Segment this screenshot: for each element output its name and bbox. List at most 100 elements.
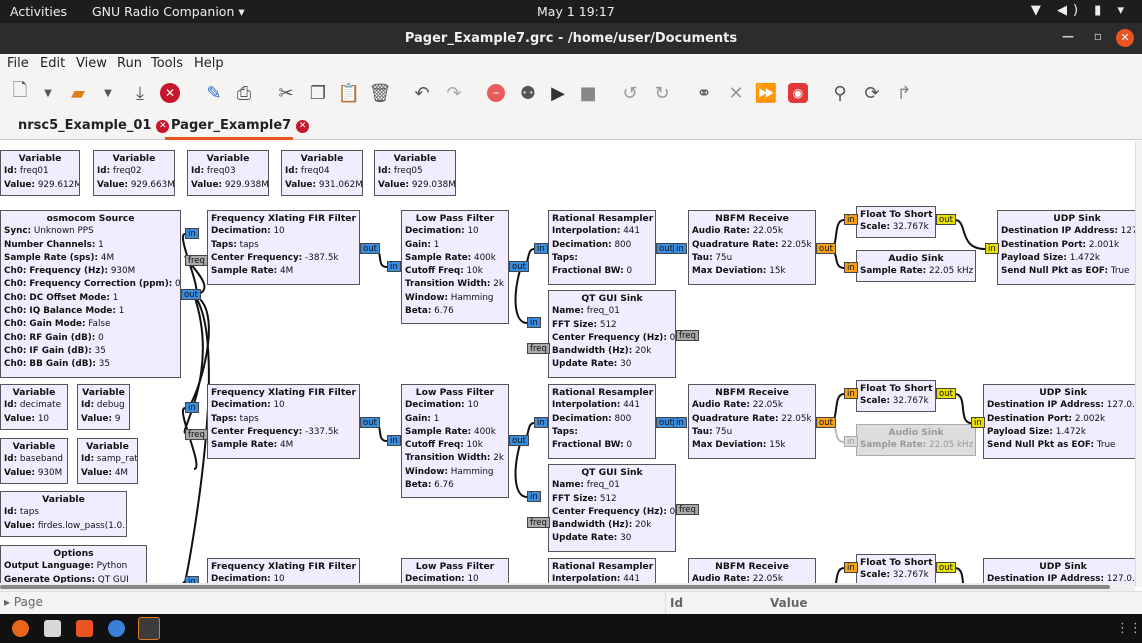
qt-gui-sink-block[interactable]: QT GUI Sink Name: freq_01 FFT Size: 512 Cen… (548, 290, 676, 378)
menu-file[interactable]: File (7, 56, 29, 71)
app-grid-icon[interactable]: ⋮⋮ (1116, 620, 1142, 637)
audio-sink-block[interactable]: Audio Sink Sample Rate: 22.05 kHz (856, 424, 976, 456)
close-tab-icon[interactable]: ✕ (156, 120, 170, 133)
float-to-short-block[interactable]: Float To Short Scale: 32.767k (856, 206, 936, 238)
execute-icon[interactable]: ▶ (546, 82, 570, 104)
qt-in-port[interactable]: in (527, 491, 541, 502)
low-pass-filter-block[interactable]: Low Pass Filter Decimation: 10 Gain: 1 Samp… (401, 210, 509, 324)
open-file-icon[interactable]: ▰ (66, 82, 90, 104)
close-flowgraph-icon[interactable]: ✕ (158, 82, 182, 104)
lp-in-port[interactable]: in (387, 435, 401, 446)
variable-block[interactable]: VariableId: samp_rateValue: 4M (77, 438, 138, 484)
tab-nrsc5-example[interactable]: nrsc5_Example_01 ✕ (18, 118, 170, 133)
variable-block[interactable]: Variable Id: debug Value: 9 (77, 384, 130, 430)
variable-block[interactable]: Variable Id: baseband Value: 930M (0, 438, 68, 484)
menu-edit[interactable]: Edit (40, 56, 65, 71)
fx-out-port[interactable]: out (360, 417, 380, 428)
qt-freq-out-port[interactable]: freq (676, 330, 699, 341)
redo-icon[interactable]: ↷ (442, 82, 466, 104)
new-file-icon[interactable]: 🗋 (8, 80, 32, 104)
vertical-scrollbar[interactable] (1135, 141, 1142, 587)
udp-in-port[interactable]: in (971, 417, 985, 428)
clock[interactable]: May 1 19:17 (537, 4, 615, 19)
cut-icon[interactable]: ✂ (274, 82, 298, 104)
nbfm-out-port[interactable]: out (816, 417, 836, 428)
audio-sink-in-port[interactable]: in (844, 436, 858, 447)
osmocom-source-block[interactable]: osmocom Source Sync: Unknown PPS Number Ch… (0, 210, 181, 378)
wire-fts-udp[interactable] (954, 219, 986, 250)
system-tray[interactable]: ▼ ◀) ▮ ▾ (1031, 3, 1130, 18)
variable-block[interactable]: Variable Id: freq05 Value: 929.038M (374, 150, 456, 196)
fts-out-port[interactable]: out (936, 214, 956, 225)
lp-out-port[interactable]: out (509, 261, 529, 272)
more-icon[interactable]: ↱ (892, 82, 916, 104)
files-icon[interactable] (44, 620, 61, 637)
nbfm-receive-block[interactable]: NBFM Receive Audio Rate: 22.05k Quadrature… (688, 210, 816, 285)
open-dropdown-icon[interactable]: ▼ (96, 82, 120, 104)
fx-out-port[interactable]: out (360, 243, 380, 254)
help-icon[interactable] (108, 620, 125, 637)
copy-icon[interactable]: ❐ (306, 82, 330, 104)
freq-xlating-fir-filter-block[interactable]: Frequency Xlating FIR Filter Decimation: … (207, 384, 360, 459)
variable-block[interactable]: Variable Id: taps Value: firdes.low_pass(1… (0, 491, 127, 537)
rational-resampler-block[interactable]: Rational Resampler Interpolation: 441 Deci… (548, 210, 656, 285)
audio-sink-block[interactable]: Audio Sink Sample Rate: 22.05 kHz (856, 250, 976, 282)
forward-icon[interactable]: ⏩ (754, 82, 778, 104)
menu-run[interactable]: Run (117, 56, 142, 71)
fts-out-port[interactable]: out (936, 562, 956, 573)
close-tab-icon[interactable]: ✕ (296, 120, 310, 133)
wire-lp-qt[interactable] (514, 443, 528, 498)
minimize-icon[interactable]: — (1062, 29, 1074, 43)
wire-fts-udp[interactable] (954, 393, 972, 424)
qt-in-port[interactable]: in (527, 317, 541, 328)
variable-block[interactable]: Variable Id: freq03 Value: 929.938M (187, 150, 269, 196)
freq-xlating-fir-filter-block[interactable]: Frequency Xlating FIR Filter Decimation: … (207, 210, 360, 285)
rotate-ccw-icon[interactable]: ↺ (618, 82, 642, 104)
firefox-icon[interactable] (12, 620, 29, 637)
fx-freq-port[interactable]: freq (185, 255, 208, 266)
scrollbar-thumb[interactable] (0, 585, 1110, 589)
float-to-short-block[interactable]: Float To Short Scale: 32.767k (856, 554, 936, 586)
fx-freq-port[interactable]: freq (185, 429, 208, 440)
enable-icon[interactable]: ⚭ (692, 82, 716, 104)
save-icon[interactable]: ⤓ (128, 82, 152, 104)
page-expander[interactable]: ▸ Page (4, 595, 43, 609)
bypass-icon[interactable]: ✕ (724, 82, 748, 104)
gnuradio-icon[interactable] (138, 617, 160, 640)
stop-icon[interactable]: ■ (576, 82, 600, 104)
menu-view[interactable]: View (76, 56, 107, 71)
properties-icon[interactable]: ✎ (202, 82, 226, 104)
qt-freq-in-port[interactable]: freq (527, 517, 550, 528)
fx-in-port[interactable]: in (185, 228, 199, 239)
nbfm-in-port[interactable]: in (673, 243, 687, 254)
menu-tools[interactable]: Tools (151, 56, 183, 71)
udp-sink-block[interactable]: UDP SinkDestination IP Address: 127.0.0.… (983, 384, 1135, 459)
reload-icon[interactable]: ⟳ (860, 82, 884, 104)
variable-block[interactable]: Variable Id: freq01 Value: 929.612M (0, 150, 80, 196)
close-window-icon[interactable]: ✕ (1116, 29, 1134, 47)
tab-pager-example7[interactable]: Pager_Example7 ✕ (171, 118, 310, 133)
rational-resampler-block[interactable]: Rational Resampler Interpolation: 441 Deci… (548, 384, 656, 459)
fx-in-port[interactable]: in (185, 402, 199, 413)
lp-in-port[interactable]: in (387, 261, 401, 272)
rr-in-port[interactable]: in (534, 243, 548, 254)
nbfm-receive-block[interactable]: NBFM Receive Audio Rate: 22.05k Quadrature… (688, 384, 816, 459)
fts-in-port[interactable]: in (844, 562, 858, 573)
software-icon[interactable] (76, 620, 93, 637)
variable-block[interactable]: Variable Id: freq02 Value: 929.663M (93, 150, 175, 196)
audio-sink-in-port[interactable]: in (844, 262, 858, 273)
variable-block[interactable]: Variable Id: decimate Value: 10 (0, 384, 68, 430)
kill-icon[interactable]: ◉ (786, 82, 810, 104)
delete-icon[interactable]: 🗑 (368, 82, 392, 104)
maximize-icon[interactable]: ▫ (1094, 29, 1102, 43)
activities-button[interactable]: Activities (10, 4, 67, 19)
qt-freq-in-port[interactable]: freq (527, 343, 550, 354)
generate-icon[interactable]: ⚉ (516, 82, 540, 104)
print-icon[interactable]: ⎙ (232, 82, 256, 104)
disable-icon[interactable]: – (484, 82, 508, 104)
float-to-short-block[interactable]: Float To Short Scale: 32.767k (856, 380, 936, 412)
fts-in-port[interactable]: in (844, 214, 858, 225)
variable-block[interactable]: Variable Id: freq04 Value: 931.062M (281, 150, 363, 196)
qt-freq-out-port[interactable]: freq (676, 504, 699, 515)
nbfm-in-port[interactable]: in (673, 417, 687, 428)
